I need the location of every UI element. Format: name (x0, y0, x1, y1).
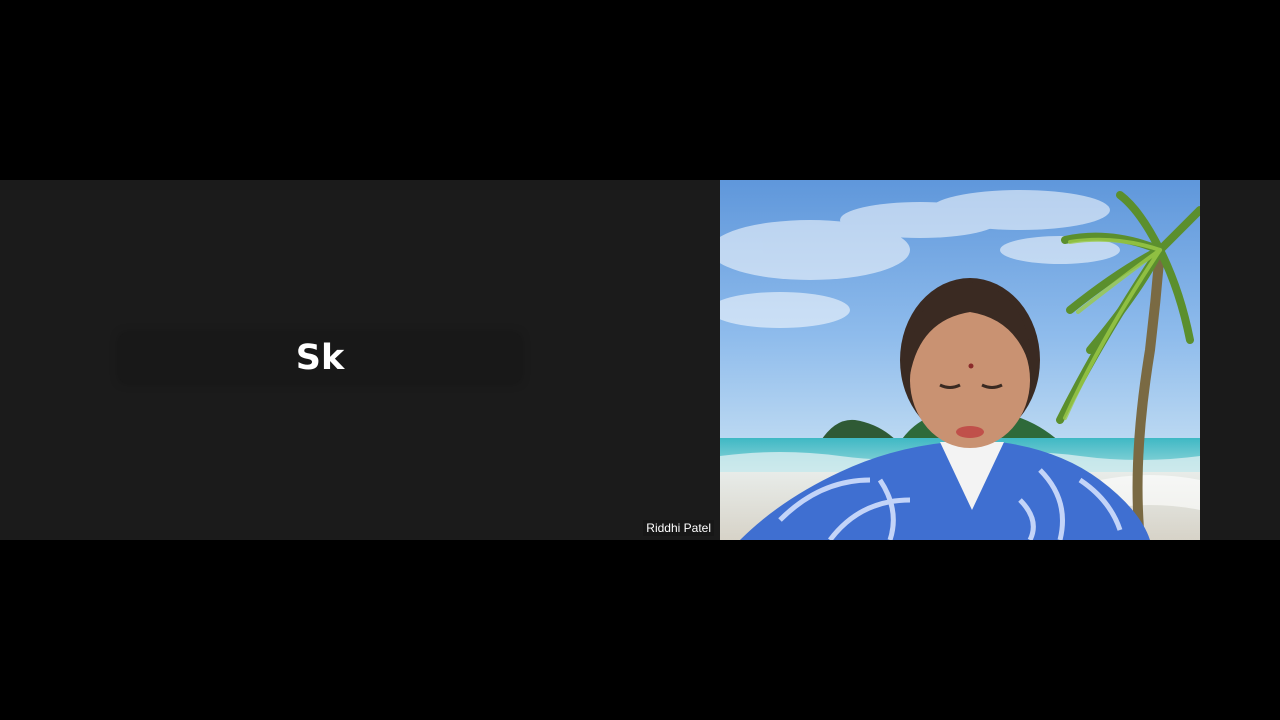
meeting-window: Sk Riddhi Patel (0, 0, 1280, 720)
gallery-edge (1200, 180, 1280, 540)
participant-video-tile[interactable] (720, 180, 1200, 540)
participant-initials: Sk (295, 338, 345, 378)
video-gallery: Sk Riddhi Patel (0, 180, 1280, 540)
participant-name-label: Riddhi Patel (643, 520, 714, 536)
participant-video-feed (720, 180, 1200, 540)
participant-name-plate: Sk (120, 334, 520, 382)
participant-tile-camera-off[interactable]: Sk Riddhi Patel (0, 180, 720, 540)
